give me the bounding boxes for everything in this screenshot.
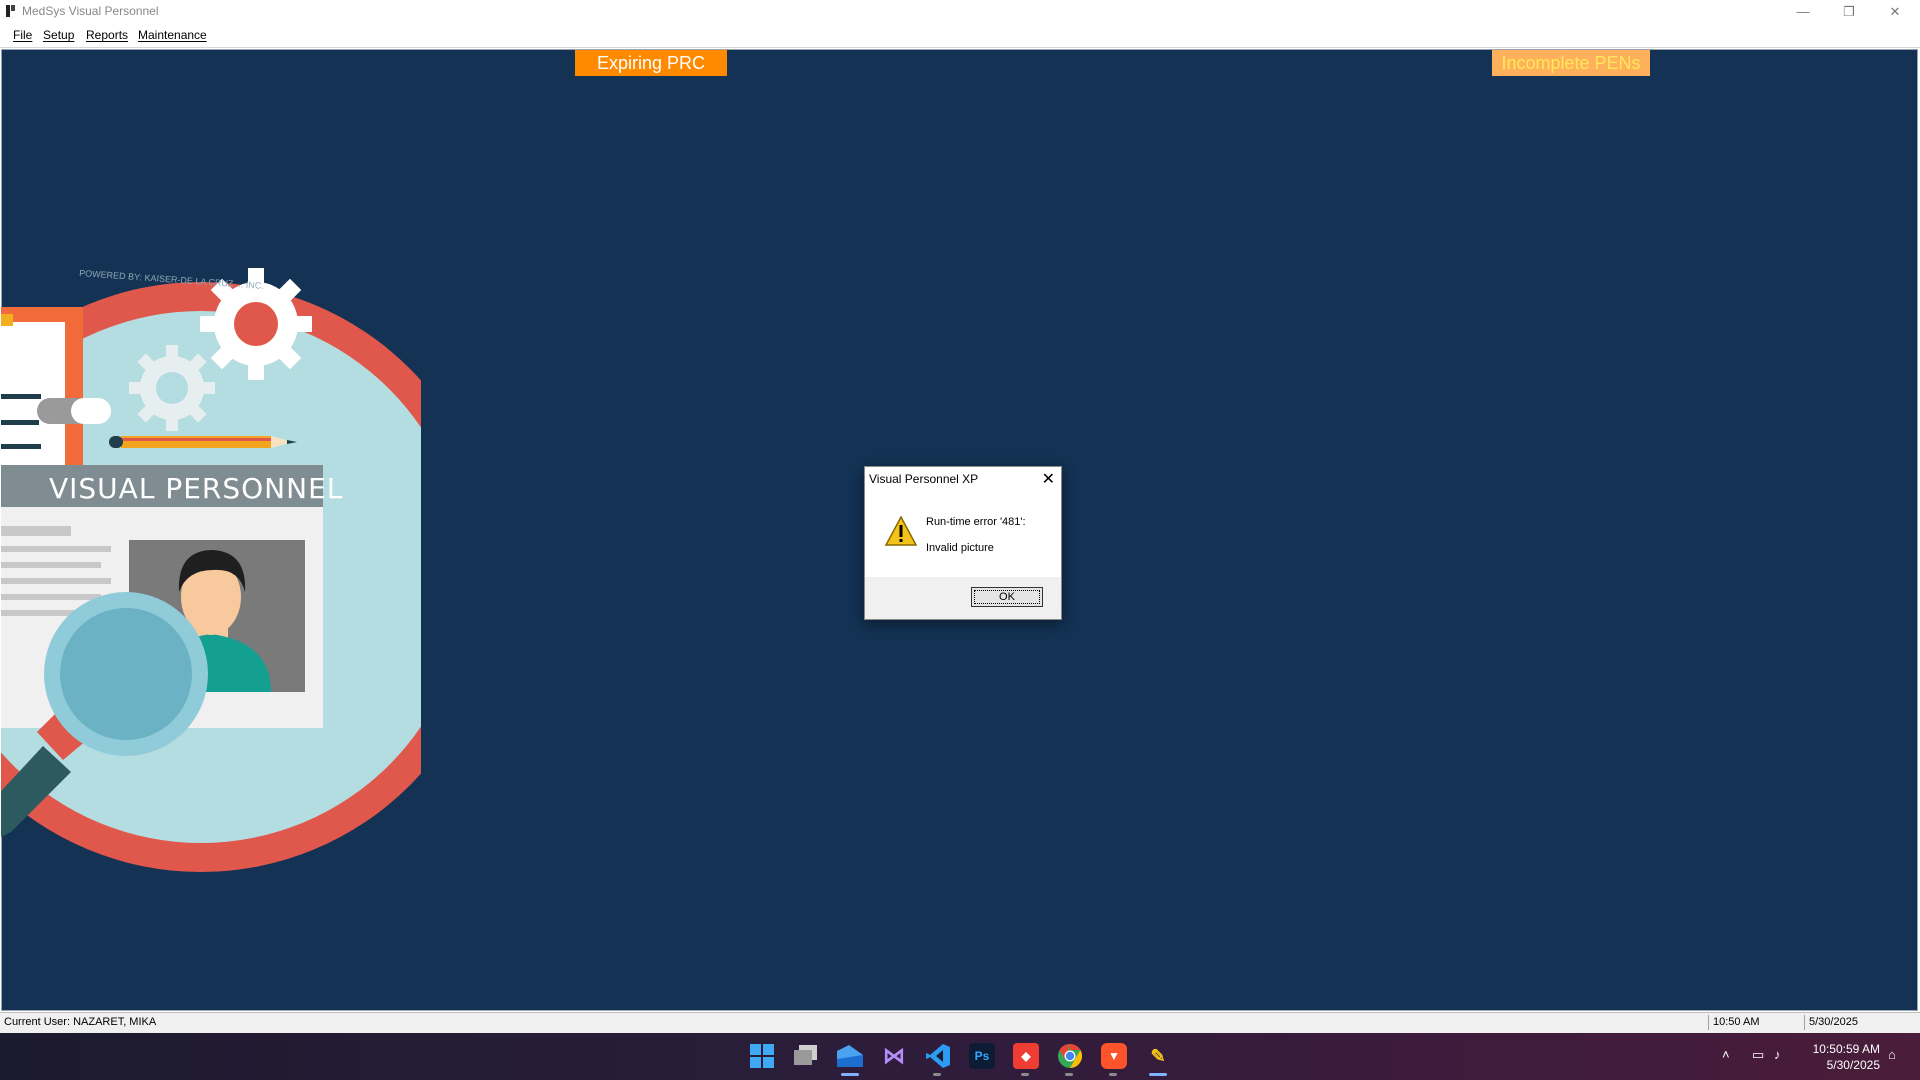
menu-setup[interactable]: Setup — [43, 28, 74, 42]
error-dialog: Visual Personnel XP ✕ Run-time error '48… — [864, 466, 1062, 620]
menu-file[interactable]: File — [13, 28, 32, 42]
taskbar: ⋈ Ps ◆ ▼ ✎ ˄ ▭ ♪ 10:50:59 AM 5/30/2025 ⌂ — [0, 1033, 1920, 1080]
incomplete-pens-button[interactable]: Incomplete PENs — [1492, 50, 1650, 76]
error-message-line1: Run-time error '481': — [926, 516, 1026, 528]
ok-button[interactable]: OK — [971, 587, 1043, 607]
clock-time: 10:50:59 AM — [1812, 1042, 1880, 1056]
running-indicator — [1065, 1073, 1073, 1076]
network-icon[interactable]: ▭ — [1752, 1047, 1764, 1063]
restore-button[interactable]: ❐ — [1826, 0, 1872, 23]
app-icon — [6, 5, 15, 17]
brave-icon[interactable]: ▼ — [1101, 1043, 1127, 1069]
notification-icon[interactable]: ⌂ — [1888, 1047, 1896, 1062]
status-time: 10:50 AM — [1708, 1015, 1803, 1030]
menu-maintenance[interactable]: Maintenance — [138, 28, 207, 42]
menu-reports[interactable]: Reports — [86, 28, 128, 42]
chrome-icon[interactable] — [1057, 1043, 1083, 1069]
close-window-button[interactable]: ✕ — [1872, 0, 1918, 23]
dialog-close-icon[interactable]: ✕ — [1042, 469, 1055, 489]
volume-icon[interactable]: ♪ — [1774, 1047, 1781, 1062]
system-clock[interactable]: 10:50:59 AM 5/30/2025 — [1813, 1041, 1880, 1073]
visual-personnel-icon[interactable]: ✎ — [1145, 1043, 1171, 1069]
running-indicator — [1021, 1073, 1029, 1076]
clock-date: 5/30/2025 — [1826, 1058, 1880, 1072]
menu-bar: File Setup Reports Maintenance — [0, 23, 1920, 48]
chevron-up-icon[interactable]: ˄ — [1722, 1047, 1730, 1062]
active-indicator — [1149, 1073, 1167, 1076]
status-bar: Current User: NAZARET, MIKA 10:50 AM 5/3… — [0, 1012, 1920, 1033]
active-indicator — [841, 1073, 859, 1076]
running-indicator — [933, 1073, 941, 1076]
title-bar: MedSys Visual Personnel — ❐ ✕ — [0, 0, 1920, 23]
warning-icon — [885, 516, 917, 546]
pinned-app-icon[interactable] — [837, 1043, 863, 1069]
error-message-line2: Invalid picture — [926, 542, 994, 554]
running-indicator — [1109, 1073, 1117, 1076]
gear-icon — [129, 345, 215, 431]
dialog-title: Visual Personnel XP — [869, 472, 979, 486]
windows-start-icon[interactable] — [749, 1043, 775, 1069]
task-view-icon[interactable] — [793, 1043, 819, 1069]
minimize-button[interactable]: — — [1780, 0, 1826, 23]
splash-illustration: POWERED BY: KAISER-DE LA CRUZ ... INC. V… — [1, 268, 421, 872]
anydesk-icon[interactable]: ◆ — [1013, 1043, 1039, 1069]
status-current-user: Current User: NAZARET, MIKA — [4, 1016, 157, 1028]
visual-studio-icon[interactable]: ⋈ — [881, 1043, 907, 1069]
expiring-prc-button[interactable]: Expiring PRC — [575, 50, 727, 76]
status-date: 5/30/2025 — [1804, 1015, 1904, 1030]
window-title: MedSys Visual Personnel — [22, 4, 159, 18]
photoshop-icon[interactable]: Ps — [969, 1043, 995, 1069]
vs-code-icon[interactable] — [925, 1043, 951, 1069]
dialog-footer: OK — [865, 577, 1061, 619]
svg-text:VISUAL PERSONNEL: VISUAL PERSONNEL — [49, 472, 343, 505]
